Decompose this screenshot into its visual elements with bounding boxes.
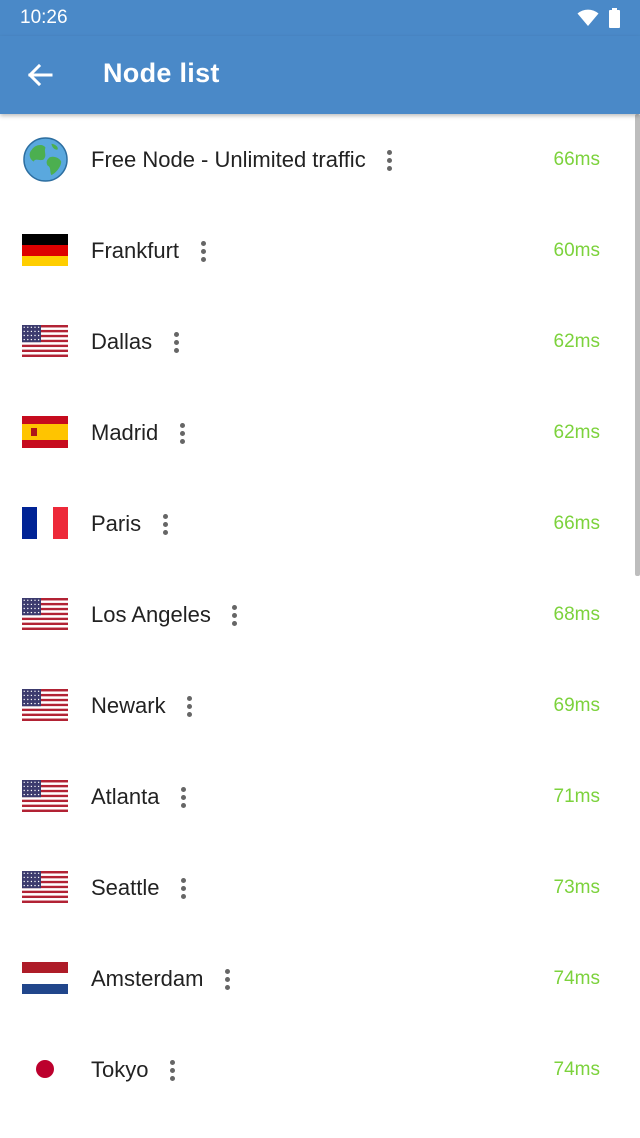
node-name: Dallas bbox=[91, 328, 186, 356]
usa-flag-icon bbox=[22, 871, 68, 903]
latency-value: 66ms bbox=[553, 149, 600, 170]
more-options-icon[interactable] bbox=[225, 601, 245, 629]
globe-icon bbox=[23, 137, 68, 182]
list-item[interactable]: Newark 69ms bbox=[0, 660, 640, 751]
latency-value: 62ms bbox=[553, 331, 600, 352]
arrow-left-icon bbox=[27, 63, 53, 87]
latency-value: 74ms bbox=[553, 1059, 600, 1080]
usa-flag-icon bbox=[22, 598, 68, 630]
france-flag-icon bbox=[22, 507, 68, 539]
list-item[interactable]: Tokyo 74ms bbox=[0, 1024, 640, 1115]
usa-flag-icon bbox=[22, 780, 68, 812]
spain-flag-icon bbox=[22, 416, 68, 448]
more-options-icon[interactable] bbox=[174, 783, 194, 811]
node-list: Free Node - Unlimited traffic 66ms Frank… bbox=[0, 114, 640, 1138]
more-options-icon[interactable] bbox=[217, 965, 237, 993]
node-name-label: Amsterdam bbox=[91, 966, 204, 991]
more-options-icon[interactable] bbox=[380, 146, 400, 174]
node-name-label: Tokyo bbox=[91, 1057, 149, 1082]
battery-icon bbox=[609, 8, 620, 28]
list-item[interactable]: Los Angeles 68ms bbox=[0, 569, 640, 660]
list-item[interactable]: Madrid 62ms bbox=[0, 387, 640, 478]
more-options-icon[interactable] bbox=[166, 328, 186, 356]
more-options-icon[interactable] bbox=[180, 692, 200, 720]
node-name: Newark bbox=[91, 692, 200, 720]
more-options-icon[interactable] bbox=[193, 237, 213, 265]
latency-value: 60ms bbox=[553, 240, 600, 261]
list-item[interactable]: Dallas 62ms bbox=[0, 296, 640, 387]
list-item[interactable]: Frankfurt 60ms bbox=[0, 205, 640, 296]
list-item[interactable]: Atlanta 71ms bbox=[0, 751, 640, 842]
latency-value: 69ms bbox=[553, 695, 600, 716]
latency-value: 71ms bbox=[553, 786, 600, 807]
list-item[interactable]: Paris 66ms bbox=[0, 478, 640, 569]
node-name-label: Atlanta bbox=[91, 784, 160, 809]
node-name: Madrid bbox=[91, 419, 192, 447]
node-name-label: Dallas bbox=[91, 329, 153, 354]
back-button[interactable] bbox=[20, 55, 60, 95]
latency-value: 73ms bbox=[553, 877, 600, 898]
node-name-label: Free Node - Unlimited traffic bbox=[91, 147, 366, 172]
status-time: 10:26 bbox=[20, 7, 68, 28]
status-bar: 10:26 bbox=[0, 0, 640, 36]
node-name: Los Angeles bbox=[91, 601, 245, 629]
usa-flag-icon bbox=[22, 325, 68, 357]
node-name: Tokyo bbox=[91, 1056, 182, 1084]
node-name: Atlanta bbox=[91, 783, 194, 811]
list-item[interactable]: Amsterdam 74ms bbox=[0, 933, 640, 1024]
node-name-label: Los Angeles bbox=[91, 602, 211, 627]
status-icons bbox=[577, 8, 620, 28]
node-name: Seattle bbox=[91, 874, 194, 902]
node-name: Frankfurt bbox=[91, 237, 213, 265]
page-title: Node list bbox=[103, 58, 220, 88]
node-name-label: Seattle bbox=[91, 875, 160, 900]
node-name: Free Node - Unlimited traffic bbox=[91, 146, 400, 174]
netherlands-flag-icon bbox=[22, 962, 68, 994]
node-name-label: Frankfurt bbox=[91, 238, 180, 263]
node-name-label: Newark bbox=[91, 693, 166, 718]
germany-flag-icon bbox=[22, 234, 68, 266]
latency-value: 62ms bbox=[553, 422, 600, 443]
usa-flag-icon bbox=[22, 689, 68, 721]
list-item[interactable]: Seattle 73ms bbox=[0, 842, 640, 933]
app-bar: Node list bbox=[0, 36, 640, 114]
scrollbar[interactable] bbox=[635, 114, 640, 576]
japan-flag-icon bbox=[22, 1053, 68, 1085]
more-options-icon[interactable] bbox=[162, 1056, 182, 1084]
wifi-icon bbox=[577, 9, 599, 26]
latency-value: 68ms bbox=[553, 604, 600, 625]
node-name-label: Madrid bbox=[91, 420, 159, 445]
more-options-icon[interactable] bbox=[155, 510, 175, 538]
node-name-label: Paris bbox=[91, 511, 142, 536]
more-options-icon[interactable] bbox=[172, 419, 192, 447]
node-name: Amsterdam bbox=[91, 965, 237, 993]
list-item[interactable]: Free Node - Unlimited traffic 66ms bbox=[0, 114, 640, 205]
more-options-icon[interactable] bbox=[174, 874, 194, 902]
latency-value: 66ms bbox=[553, 513, 600, 534]
node-name: Paris bbox=[91, 510, 175, 538]
latency-value: 74ms bbox=[553, 968, 600, 989]
